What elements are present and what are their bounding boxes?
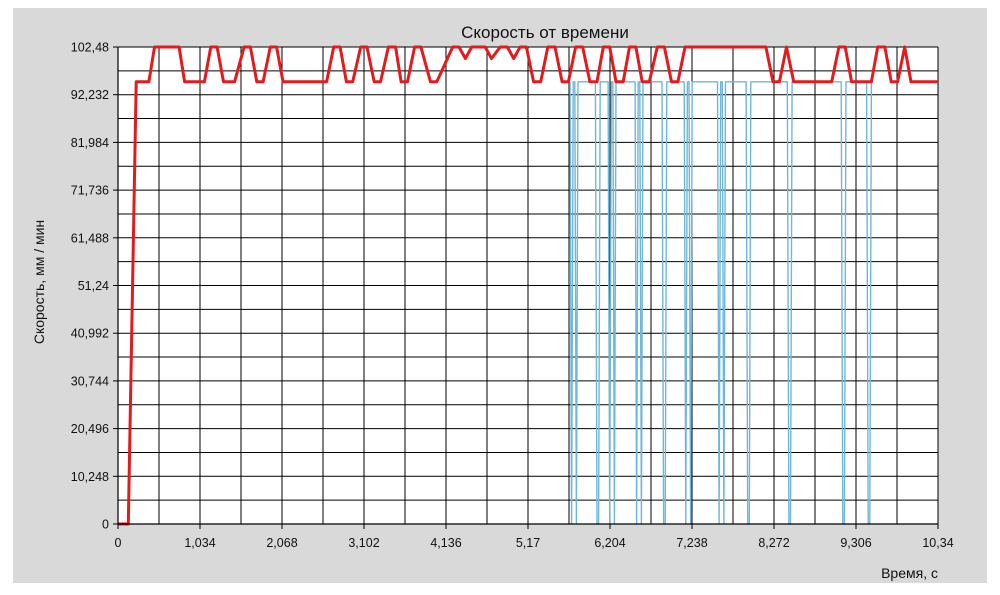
x-axis-label: Время, с xyxy=(881,565,938,581)
chart-title: Скорость от времени xyxy=(461,23,629,42)
y-tick-label: 30,744 xyxy=(71,374,109,388)
x-tick-label: 4,136 xyxy=(430,536,461,550)
y-tick-label: 10,248 xyxy=(71,470,109,484)
x-tick-label: 1,034 xyxy=(184,536,215,550)
x-tick-label: 6,204 xyxy=(594,536,625,550)
x-tick-label: 8,272 xyxy=(758,536,789,550)
x-tick-label: 0 xyxy=(115,536,122,550)
y-tick-label: 81,984 xyxy=(71,136,109,150)
y-tick-label: 71,736 xyxy=(71,184,109,198)
y-tick-label: 40,992 xyxy=(71,327,109,341)
x-tick-label: 5,17 xyxy=(516,536,540,550)
x-tick-label: 10,34 xyxy=(922,536,953,550)
x-tick-label: 3,102 xyxy=(348,536,379,550)
y-tick-label: 0 xyxy=(102,518,109,532)
y-tick-label: 51,24 xyxy=(78,279,109,293)
y-tick-label: 20,496 xyxy=(71,422,109,436)
x-tick-label: 7,238 xyxy=(676,536,707,550)
x-tick-label: 9,306 xyxy=(840,536,871,550)
y-tick-label: 102,48 xyxy=(71,41,109,55)
y-axis-label: Скорость, мм / мин xyxy=(31,220,47,344)
y-tick-label: 92,232 xyxy=(71,88,109,102)
chart-frame: 0 1,034 2,068 3,102 4,136 5,17 6,204 7,238 8,272… xyxy=(0,0,1000,595)
x-tick-label: 2,068 xyxy=(266,536,297,550)
y-tick-label: 61,488 xyxy=(71,231,109,245)
